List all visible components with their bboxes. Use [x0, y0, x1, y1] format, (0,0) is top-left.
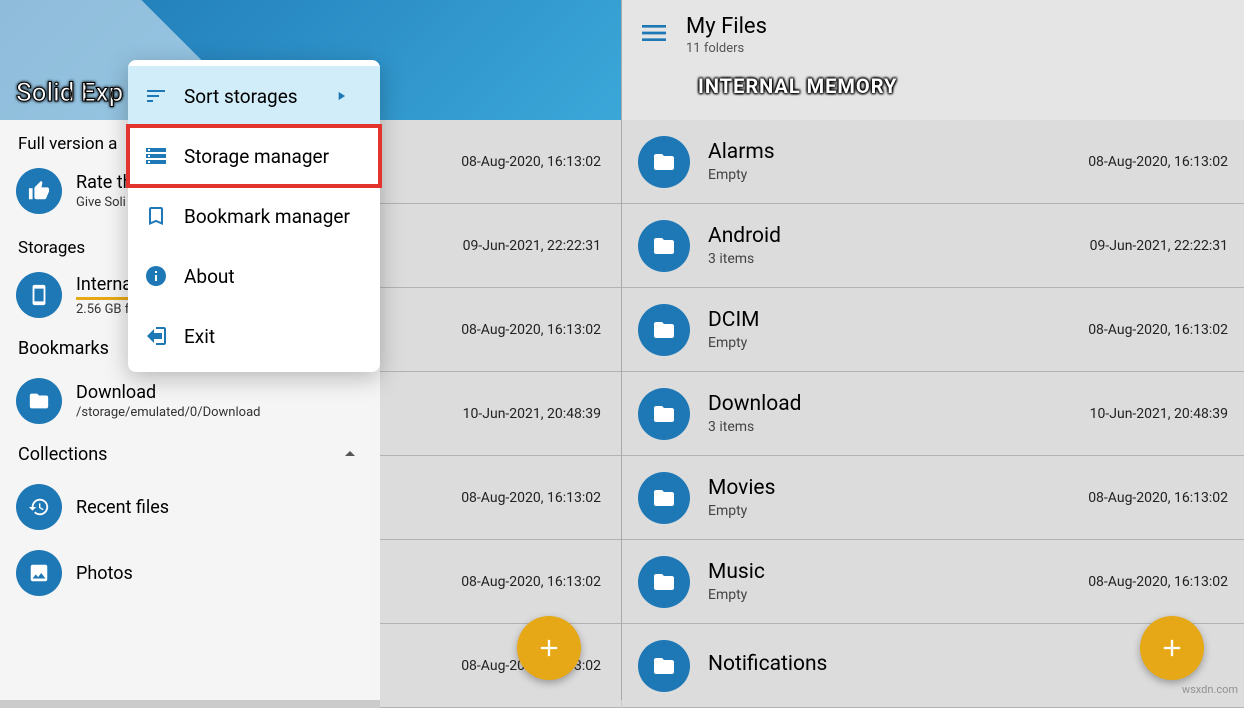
- folder-row[interactable]: Alarms Empty 08-Aug-2020, 16:13:02: [622, 120, 1244, 204]
- folder-name: Download: [708, 392, 1090, 416]
- history-icon: [16, 484, 62, 530]
- file-row[interactable]: 08-Aug-2020, 16:13:02: [380, 540, 621, 624]
- folder-icon: [638, 472, 690, 524]
- folder-row[interactable]: DCIM Empty 08-Aug-2020, 16:13:02: [622, 288, 1244, 372]
- plus-icon: [535, 634, 563, 662]
- folder-row[interactable]: Music Empty 08-Aug-2020, 16:13:02: [622, 540, 1244, 624]
- collections-header[interactable]: Collections: [0, 434, 380, 474]
- file-row[interactable]: 08-Aug-2020, 16:13:02: [380, 288, 621, 372]
- folder-icon: [638, 556, 690, 608]
- menu-exit[interactable]: Exit: [128, 306, 380, 366]
- page-title: My Files: [686, 14, 767, 39]
- recent-label: Recent files: [76, 497, 169, 518]
- timestamp: 08-Aug-2020, 16:13:02: [1088, 574, 1228, 590]
- hamburger-menu-icon[interactable]: [638, 17, 670, 53]
- file-list: Alarms Empty 08-Aug-2020, 16:13:02 Androi…: [622, 120, 1244, 708]
- timestamp: 09-Jun-2021, 22:22:31: [463, 238, 601, 254]
- image-icon: [16, 550, 62, 596]
- left-file-list: 08-Aug-2020, 16:13:02 09-Jun-2021, 22:22…: [380, 120, 621, 708]
- timestamp: 08-Aug-2020, 16:13:02: [1088, 322, 1228, 338]
- timestamp: 08-Aug-2020, 16:13:02: [461, 154, 601, 170]
- folder-icon: [638, 220, 690, 272]
- folder-name: Music: [708, 560, 1088, 584]
- menu-label: Exit: [184, 325, 215, 348]
- fab-add-button[interactable]: [517, 616, 581, 680]
- watermark: wsxdn.com: [1182, 683, 1238, 696]
- bookmark-icon: [144, 204, 168, 228]
- page-subtitle: 11 folders: [686, 41, 767, 56]
- timestamp: 09-Jun-2021, 22:22:31: [1090, 238, 1228, 254]
- collections-label: Collections: [18, 444, 107, 465]
- timestamp: 08-Aug-2020, 16:13:02: [461, 574, 601, 590]
- folder-row[interactable]: Download 3 items 10-Jun-2021, 20:48:39: [622, 372, 1244, 456]
- folder-sub: Empty: [708, 587, 1088, 603]
- folder-name: Alarms: [708, 140, 1088, 164]
- folder-name: Android: [708, 224, 1090, 248]
- file-row[interactable]: 08-Aug-2020, 16:13:02: [380, 624, 621, 708]
- thumbs-up-icon: [16, 168, 62, 214]
- menu-sort-storages[interactable]: Sort storages: [128, 66, 380, 126]
- timestamp: 08-Aug-2020, 16:13:02: [461, 490, 601, 506]
- menu-storage-manager[interactable]: Storage manager: [128, 126, 380, 186]
- folder-icon: [638, 304, 690, 356]
- photos-item[interactable]: Photos: [0, 540, 380, 606]
- menu-label: About: [184, 265, 235, 288]
- sort-icon: [144, 84, 168, 108]
- menu-label: Sort storages: [184, 85, 298, 108]
- timestamp: 08-Aug-2020, 16:13:02: [1088, 490, 1228, 506]
- download-title: Download: [76, 382, 260, 403]
- storage-icon: [144, 144, 168, 168]
- fab-add-button[interactable]: [1140, 616, 1204, 680]
- file-row[interactable]: 09-Jun-2021, 22:22:31: [380, 204, 621, 288]
- timestamp: 10-Jun-2021, 20:48:39: [1090, 406, 1228, 422]
- chevron-up-icon: [338, 442, 362, 466]
- menu-about[interactable]: About: [128, 246, 380, 306]
- download-path: /storage/emulated/0/Download: [76, 405, 260, 420]
- phone-icon: [16, 272, 62, 318]
- rate-title: Rate th: [76, 172, 133, 193]
- photos-label: Photos: [76, 563, 133, 584]
- internal-title: Interna: [76, 274, 132, 300]
- file-row[interactable]: 10-Jun-2021, 20:48:39: [380, 372, 621, 456]
- folder-row[interactable]: Android 3 items 09-Jun-2021, 22:22:31: [622, 204, 1244, 288]
- file-row[interactable]: 08-Aug-2020, 16:13:02: [380, 456, 621, 540]
- bookmarks-label: Bookmarks: [18, 338, 109, 359]
- internal-sub: 2.56 GB f: [76, 302, 132, 317]
- folder-sub: 3 items: [708, 251, 1090, 267]
- timestamp: 08-Aug-2020, 16:13:02: [1088, 154, 1228, 170]
- menu-bookmark-manager[interactable]: Bookmark manager: [128, 186, 380, 246]
- folder-name: DCIM: [708, 308, 1088, 332]
- menu-label: Bookmark manager: [184, 205, 350, 228]
- folder-row[interactable]: Movies Empty 08-Aug-2020, 16:13:02: [622, 456, 1244, 540]
- arrow-right-icon: [334, 89, 348, 103]
- app-title: Solid Exp: [16, 78, 123, 108]
- folder-sub: Empty: [708, 167, 1088, 183]
- folder-sub: Empty: [708, 503, 1088, 519]
- info-icon: [144, 264, 168, 288]
- file-row[interactable]: 08-Aug-2020, 16:13:02: [380, 120, 621, 204]
- timestamp: 10-Jun-2021, 20:48:39: [463, 406, 601, 422]
- folder-name: Movies: [708, 476, 1088, 500]
- folder-sub: 3 items: [708, 419, 1090, 435]
- timestamp: 08-Aug-2020, 16:13:02: [461, 322, 601, 338]
- menu-label: Storage manager: [184, 145, 329, 168]
- folder-icon: [638, 136, 690, 188]
- overflow-menu: Sort storages Storage manager Bookmark m…: [128, 60, 380, 372]
- exit-icon: [144, 324, 168, 348]
- breadcrumb[interactable]: INTERNAL MEMORY: [698, 74, 1228, 98]
- folder-icon: [16, 378, 62, 424]
- folder-sub: Empty: [708, 335, 1088, 351]
- download-bookmark-item[interactable]: Download /storage/emulated/0/Download: [0, 368, 380, 434]
- plus-icon: [1158, 634, 1186, 662]
- recent-files-item[interactable]: Recent files: [0, 474, 380, 540]
- folder-icon: [638, 640, 690, 692]
- rate-sub: Give Soli: [76, 195, 133, 210]
- folder-icon: [638, 388, 690, 440]
